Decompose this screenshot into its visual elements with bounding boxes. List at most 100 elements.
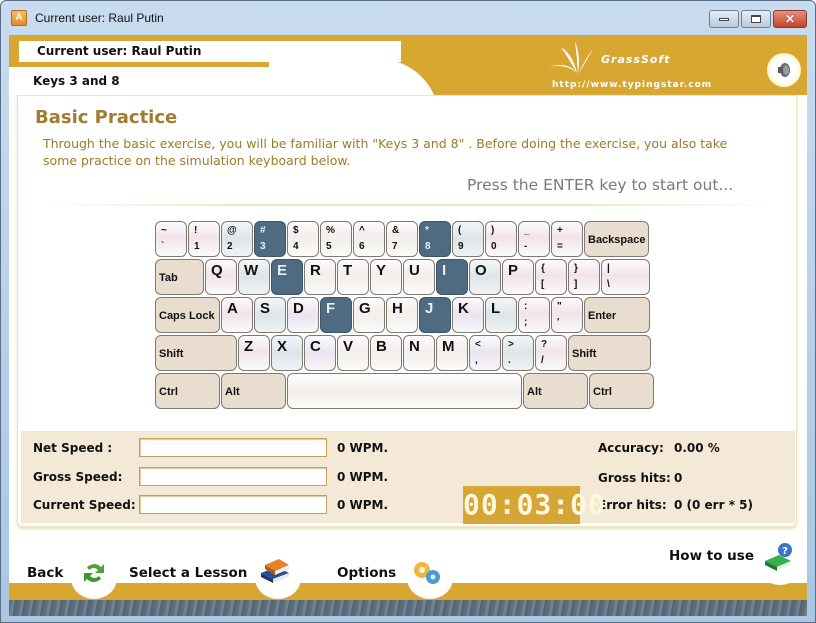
key-e-highlighted[interactable]: E bbox=[271, 259, 303, 295]
key-7[interactable]: & 7 bbox=[386, 221, 418, 257]
brand-url[interactable]: http://www.typingstar.com bbox=[552, 80, 712, 90]
key-p[interactable]: P bbox=[502, 259, 534, 295]
key-4[interactable]: $4 bbox=[287, 221, 319, 257]
key-5B[interactable]: {[ bbox=[535, 259, 567, 295]
key-q[interactable]: Q bbox=[205, 259, 237, 295]
gross-speed-value: 0 WPM. bbox=[337, 470, 389, 484]
gross-speed-bar bbox=[139, 467, 327, 486]
key-h[interactable]: H bbox=[386, 297, 418, 333]
key-5D[interactable]: }] bbox=[568, 259, 600, 295]
key-n[interactable]: N bbox=[403, 335, 435, 371]
key-8-highlighted[interactable]: * 8 bbox=[419, 221, 451, 257]
key-o[interactable]: O bbox=[469, 259, 501, 295]
help-book-icon[interactable]: ? bbox=[763, 541, 795, 573]
maximize-button[interactable] bbox=[741, 10, 771, 28]
key-.[interactable]: >. bbox=[502, 335, 534, 371]
key-label: Caps Lock bbox=[159, 310, 215, 322]
back-button[interactable]: Back bbox=[27, 565, 63, 581]
key-r[interactable]: R bbox=[304, 259, 336, 295]
key-label: X bbox=[277, 338, 288, 355]
start-hint: Press the ENTER key to start out... bbox=[467, 176, 734, 194]
key-l[interactable]: L bbox=[485, 297, 517, 333]
key-x[interactable]: X bbox=[271, 335, 303, 371]
books-icon[interactable] bbox=[259, 557, 291, 585]
gross-speed-label: Gross Speed: bbox=[33, 470, 123, 484]
key-label: ` bbox=[161, 241, 165, 252]
key-'[interactable]: " ' bbox=[551, 297, 583, 333]
key-b[interactable]: B bbox=[370, 335, 402, 371]
key-2F[interactable]: ? / bbox=[535, 335, 567, 371]
key-5C[interactable]: | \ bbox=[601, 259, 650, 295]
key-6[interactable]: ^ 6 bbox=[353, 221, 385, 257]
key-t[interactable]: T bbox=[337, 259, 369, 295]
key-shift-label: ! bbox=[194, 225, 198, 236]
key-1[interactable]: ! 1 bbox=[188, 221, 220, 257]
key-y[interactable]: Y bbox=[370, 259, 402, 295]
key-j-highlighted[interactable]: J bbox=[419, 297, 451, 333]
key-shift[interactable]: Shift bbox=[155, 335, 237, 371]
key-3D[interactable]: + = bbox=[551, 221, 583, 257]
key-enter[interactable]: Enter bbox=[584, 297, 650, 333]
key-shift[interactable]: Shift bbox=[568, 335, 651, 371]
key-0[interactable]: ) 0 bbox=[485, 221, 517, 257]
key-z[interactable]: Z bbox=[238, 335, 270, 371]
key-5[interactable]: % 5 bbox=[320, 221, 352, 257]
key-60[interactable]: ~ ` bbox=[155, 221, 187, 257]
key-label: 0 bbox=[491, 241, 497, 252]
brand-name: GrassSoft bbox=[601, 53, 671, 66]
error-hits-value: 0 (0 err * 5) bbox=[674, 498, 753, 512]
title-bar[interactable]: A Current user: Raul Putin ✕ bbox=[1, 1, 815, 35]
key-label: M bbox=[442, 338, 455, 355]
key-ctrl[interactable]: Ctrl bbox=[589, 373, 654, 409]
key-2[interactable]: @2 bbox=[221, 221, 253, 257]
key-f-highlighted[interactable]: F bbox=[320, 297, 352, 333]
key-a[interactable]: A bbox=[221, 297, 253, 333]
back-arrow-icon[interactable] bbox=[81, 561, 107, 585]
client-area: Current user: Raul Putin Keys 3 and 8 Gr… bbox=[9, 35, 807, 616]
key-label: = bbox=[557, 241, 563, 252]
key-w[interactable]: W bbox=[238, 259, 270, 295]
key-label: T bbox=[343, 262, 353, 279]
key-3-highlighted[interactable]: #3 bbox=[254, 221, 286, 257]
lesson-name: Keys 3 and 8 bbox=[33, 74, 120, 88]
page-title: Basic Practice bbox=[35, 107, 178, 128]
gears-icon[interactable] bbox=[411, 560, 443, 586]
key-d[interactable]: D bbox=[287, 297, 319, 333]
key-s[interactable]: S bbox=[254, 297, 286, 333]
key-label: 7 bbox=[392, 241, 398, 252]
key-label: 2 bbox=[227, 241, 233, 252]
options-button[interactable]: Options bbox=[337, 565, 396, 581]
accuracy-label: Accuracy: bbox=[598, 441, 664, 455]
select-lesson-button[interactable]: Select a Lesson bbox=[129, 565, 247, 581]
key-alt[interactable]: Alt bbox=[221, 373, 286, 409]
close-button[interactable]: ✕ bbox=[773, 10, 807, 28]
key-space[interactable] bbox=[287, 373, 522, 409]
key-alt[interactable]: Alt bbox=[523, 373, 588, 409]
key-2C[interactable]: <, bbox=[469, 335, 501, 371]
key-v[interactable]: V bbox=[337, 335, 369, 371]
key-shift-label: } bbox=[574, 263, 578, 274]
key-u[interactable]: U bbox=[403, 259, 435, 295]
key-k[interactable]: K bbox=[452, 297, 484, 333]
key-3B[interactable]: :; bbox=[518, 297, 550, 333]
minimize-button[interactable] bbox=[709, 10, 739, 28]
key-g[interactable]: G bbox=[353, 297, 385, 333]
key--[interactable]: _ - bbox=[518, 221, 550, 257]
key-label: O bbox=[475, 262, 487, 279]
key-caps-lock[interactable]: Caps Lock bbox=[155, 297, 220, 333]
key-label: L bbox=[491, 300, 501, 317]
sound-button[interactable] bbox=[767, 53, 801, 87]
key-i-highlighted[interactable]: I bbox=[436, 259, 468, 295]
key-m[interactable]: M bbox=[436, 335, 468, 371]
key-c[interactable]: C bbox=[304, 335, 336, 371]
how-to-use-button[interactable]: How to use bbox=[669, 548, 754, 564]
key-label: 6 bbox=[359, 241, 365, 252]
key-label: . bbox=[508, 355, 511, 366]
key-tab[interactable]: Tab bbox=[155, 259, 204, 295]
current-speed-bar bbox=[139, 495, 327, 514]
key-9[interactable]: (9 bbox=[452, 221, 484, 257]
key-backspace[interactable]: Backspace bbox=[584, 221, 649, 257]
key-label: A bbox=[227, 300, 238, 317]
key-ctrl[interactable]: Ctrl bbox=[155, 373, 220, 409]
key-label: Alt bbox=[225, 386, 240, 398]
